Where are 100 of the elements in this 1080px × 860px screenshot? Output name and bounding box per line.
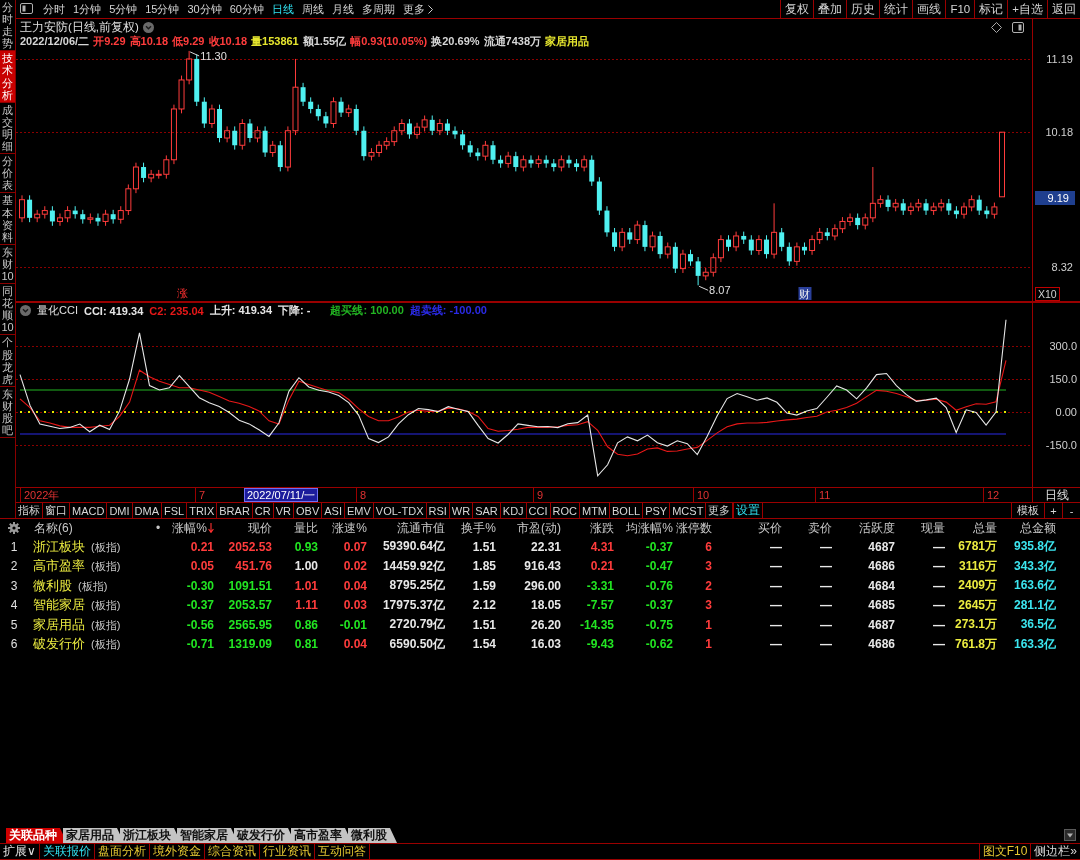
period-tab[interactable]: 30分钟 [183, 0, 226, 18]
bottom-tab[interactable]: 盘面分析 [94, 844, 150, 859]
indicator-tab[interactable]: BRAR [217, 503, 253, 518]
toolbar-button[interactable]: F10 [945, 0, 975, 18]
indicator-tab[interactable]: DMI [107, 503, 133, 518]
toolbar-button[interactable]: 标记 [974, 0, 1008, 18]
indicator-tab[interactable]: ASI [322, 503, 345, 518]
template-button[interactable]: 模板 [1011, 503, 1044, 518]
dropdown-circle-icon[interactable] [142, 22, 154, 33]
event-marker[interactable]: 涨 [176, 287, 188, 299]
indicator-tab[interactable]: VOL-TDX [373, 503, 427, 518]
period-tab[interactable]: 60分钟 [225, 0, 268, 18]
sidebar-tab[interactable]: 基本资料 [0, 193, 15, 245]
sector-name[interactable]: 家居用品 [33, 615, 85, 634]
indicator-tab[interactable]: MCST [670, 503, 707, 518]
settings-icon[interactable] [8, 522, 20, 534]
sidebar-tab[interactable]: 个股龙虎 [0, 335, 15, 387]
column-header[interactable]: 买价 [714, 519, 784, 537]
indicator-tab[interactable]: CCI [526, 503, 551, 518]
sector-name[interactable]: 高市盈率 [33, 557, 85, 576]
indicator-tab[interactable]: TRIX [187, 503, 218, 518]
sidebar-tab[interactable]: 技术分析 [0, 51, 15, 103]
sidebar-tab[interactable]: 东财10 [0, 244, 15, 285]
indicator-tab[interactable]: 更多 [706, 503, 734, 518]
period-tab[interactable]: 多周期 [358, 0, 399, 18]
sidebar-tab[interactable]: 成交明细 [0, 102, 15, 155]
column-header[interactable]: 市盈(动) [498, 519, 563, 537]
column-header[interactable]: 均涨幅% [616, 519, 675, 537]
more-button[interactable]: 更多 [399, 0, 437, 18]
event-marker[interactable]: 财 [798, 287, 812, 300]
sector-name[interactable]: 微利股 [33, 576, 72, 595]
sidebar-tab[interactable]: 分价表 [0, 154, 15, 194]
period-tab[interactable]: 月线 [328, 0, 358, 18]
column-header[interactable]: 名称(6) [28, 519, 148, 537]
template-button[interactable]: - [1062, 503, 1080, 518]
toolbar-button[interactable]: 复权 [780, 0, 814, 18]
period-tab[interactable]: 15分钟 [141, 0, 184, 18]
sector-name[interactable]: 浙江板块 [33, 537, 85, 556]
column-header[interactable]: 总量 [947, 519, 999, 537]
related-tab[interactable]: 微利股 [348, 828, 397, 843]
indicator-tab[interactable]: KDJ [500, 503, 527, 518]
toolbar-button[interactable]: 历史 [846, 0, 880, 18]
period-tab[interactable]: 周线 [298, 0, 328, 18]
indicator-tab[interactable]: 窗口 [43, 503, 70, 518]
column-header[interactable]: 涨速% [320, 519, 369, 537]
column-header[interactable]: 活跃度 [834, 519, 897, 537]
sector-name[interactable]: 智能家居 [33, 596, 85, 615]
sidebar-tab[interactable]: 东财股吧 [0, 386, 15, 439]
column-header[interactable]: 换手% [447, 519, 498, 537]
column-header[interactable]: 量比 [274, 519, 320, 537]
panel-toggle-icon[interactable] [20, 3, 33, 14]
indicator-tab[interactable]: MACD [70, 503, 108, 518]
diamond-icon[interactable] [991, 22, 1002, 33]
column-header[interactable]: 现价 [216, 519, 274, 537]
toolbar-button[interactable]: 统计 [879, 0, 913, 18]
column-header[interactable]: 涨幅% [170, 519, 216, 537]
column-header[interactable]: 现量 [897, 519, 947, 537]
sidebar-tab[interactable]: 同花顺10 [0, 284, 15, 336]
indicator-tab[interactable]: FSL [162, 503, 188, 518]
column-header[interactable]: 涨跌 [563, 519, 616, 537]
toolbar-button[interactable]: 画线 [912, 0, 946, 18]
column-header[interactable]: • [148, 521, 170, 535]
scale-badge[interactable]: X10 [1035, 287, 1060, 301]
indicator-tab[interactable]: MTM [580, 503, 611, 518]
panel-icon[interactable] [1012, 22, 1024, 33]
period-tab[interactable]: 分时 [39, 0, 69, 18]
indicator-tab[interactable]: 指标 [16, 503, 43, 518]
indicator-tab[interactable]: BOLL [610, 503, 644, 518]
indicator-tab[interactable]: EMV [344, 503, 374, 518]
toolbar-button[interactable]: +自选 [1007, 0, 1047, 18]
period-tab[interactable]: 1分钟 [69, 0, 106, 18]
toolbar-button[interactable]: 叠加 [813, 0, 847, 18]
bottom-tab[interactable]: 境外资金 [149, 844, 205, 859]
bottom-tab[interactable]: 关联报价 [39, 844, 95, 859]
indicator-tab[interactable]: WR [449, 503, 474, 518]
column-header[interactable]: 总金额 [999, 519, 1058, 537]
indicator-tab[interactable]: SAR [473, 503, 501, 518]
f10-link[interactable]: 图文F10 [978, 844, 1032, 859]
indicator-tab[interactable]: CR [252, 503, 274, 518]
indicator-tab[interactable]: RSI [426, 503, 450, 518]
column-header[interactable]: 流通市值 [369, 519, 447, 537]
period-tab[interactable]: 日线 [268, 0, 298, 18]
indicator-tab[interactable]: ROC [550, 503, 580, 518]
period-tab[interactable]: 5分钟 [105, 0, 142, 18]
template-button[interactable]: + [1044, 503, 1062, 518]
bottom-tab[interactable]: 互动问答 [314, 844, 370, 859]
column-header[interactable]: 涨停数 [675, 519, 714, 537]
indicator-tab[interactable]: VR [273, 503, 294, 518]
expand-button[interactable]: 扩展∨ [0, 844, 40, 859]
bottom-tab[interactable]: 综合资讯 [204, 844, 260, 859]
bottom-tab[interactable]: 行业资讯 [259, 844, 315, 859]
column-header[interactable]: 卖价 [784, 519, 834, 537]
sidebar-toggle-button[interactable]: 侧边栏» [1031, 844, 1080, 859]
indicator-tab[interactable]: OBV [294, 503, 323, 518]
dropdown-icon[interactable] [1064, 829, 1076, 841]
indicator-tab[interactable]: DMA [132, 503, 162, 518]
dropdown-circle-icon[interactable] [20, 305, 31, 316]
toolbar-button[interactable]: 返回 [1047, 0, 1080, 18]
indicator-name[interactable]: 量化CCI [37, 303, 78, 318]
sector-name[interactable]: 破发行价 [33, 635, 85, 654]
